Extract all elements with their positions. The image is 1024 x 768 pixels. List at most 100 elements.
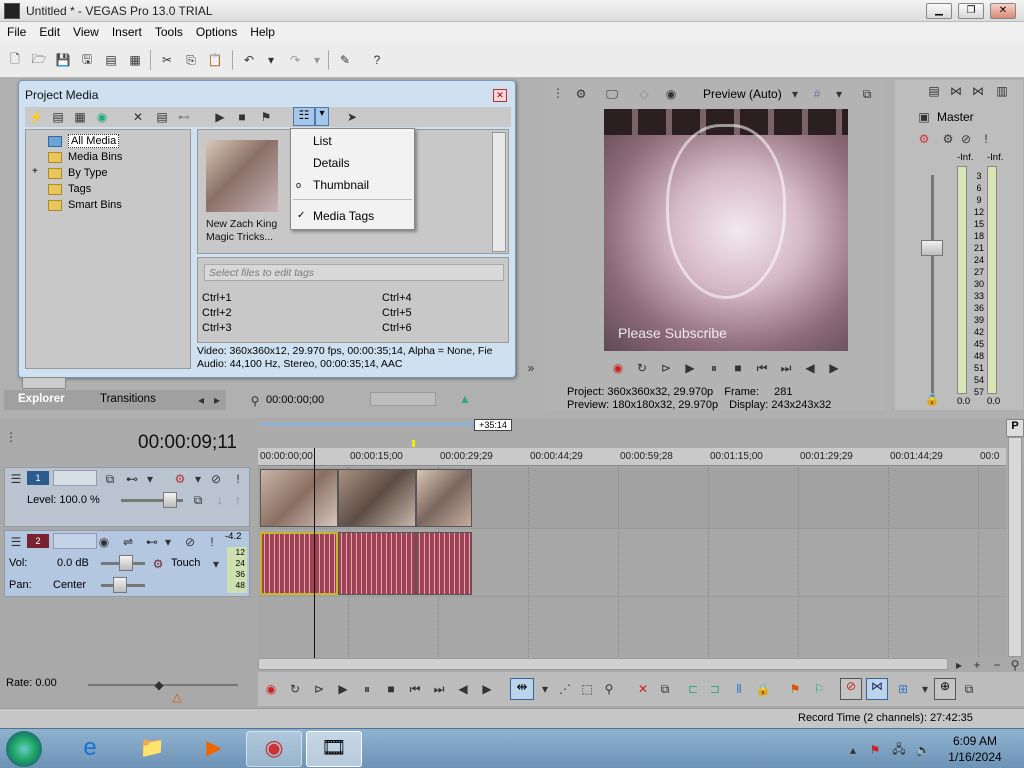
get-media-web-icon[interactable]: ◉ (93, 108, 111, 126)
master-fader-handle[interactable] (921, 240, 943, 256)
tree-item-media-bins[interactable]: Media Bins (48, 150, 122, 164)
level-slider-handle[interactable] (163, 492, 177, 508)
mute-icon[interactable]: ⊘ (207, 470, 225, 488)
trimmer-forward-icon[interactable]: » (522, 359, 540, 377)
track-name-field[interactable] (53, 533, 97, 549)
trimmer-marker-icon[interactable]: ▲ (456, 390, 474, 408)
go-to-start-icon[interactable]: ⏮ (753, 359, 771, 377)
video-clip[interactable] (416, 469, 472, 527)
preview-quality-dropdown[interactable]: Preview (Auto) (703, 87, 782, 101)
menu-options[interactable]: Options (189, 22, 243, 39)
delete-icon[interactable]: ✕ (634, 680, 652, 698)
volume-slider-handle[interactable] (119, 555, 133, 571)
render-icon[interactable]: ▤ (102, 51, 120, 69)
tree-item-smart-bins[interactable]: Smart Bins (48, 198, 122, 212)
rate-slider-handle[interactable]: ◆ (150, 676, 168, 694)
menu-insert[interactable]: Insert (105, 22, 148, 39)
audio-clip[interactable] (416, 532, 472, 595)
time-ruler[interactable]: 00:00:00;00 00:00:15;00 00:00:29;29 00:0… (258, 448, 1006, 466)
play-icon[interactable]: ▶ (334, 680, 352, 698)
master-downmix-icon[interactable]: ⋈ (947, 82, 965, 100)
track-collapse-icon[interactable]: ☰ (7, 470, 25, 488)
minimize-button[interactable]: ▁ (926, 3, 952, 19)
edit-tool-dropdown-icon[interactable]: ▾ (536, 680, 554, 698)
mute-icon[interactable]: ⊘ (181, 533, 199, 551)
auto-crossfade-icon[interactable]: ⋈ (866, 678, 888, 700)
stop-icon[interactable]: ■ (729, 359, 747, 377)
tab-scroll-right-icon[interactable]: ▸ (208, 391, 226, 409)
pan-slider-handle[interactable] (113, 577, 127, 593)
menu-item-list[interactable]: List (313, 134, 332, 148)
timeline-marker-button[interactable]: P (1006, 419, 1024, 437)
solo-icon[interactable]: ! (229, 470, 247, 488)
external-monitor-icon[interactable]: 🖵 (603, 85, 621, 103)
file-explorer-icon[interactable]: 📁 (122, 731, 182, 767)
tab-explorer[interactable]: Explorer (18, 393, 65, 405)
media-fx-icon[interactable]: ⊷ (175, 108, 193, 126)
get-media-icon[interactable]: ▦ (71, 108, 89, 126)
start-button-icon[interactable] (6, 731, 42, 767)
previous-frame-icon[interactable]: ◀ (801, 359, 819, 377)
auto-preview-icon[interactable]: ⚑ (257, 108, 275, 126)
tree-item-tags[interactable]: Tags (48, 182, 91, 196)
go-to-start-icon[interactable]: ⏮ (406, 680, 424, 698)
insert-marker-icon[interactable]: ⚑ (786, 680, 804, 698)
overlays-icon[interactable]: ◉ (662, 85, 680, 103)
start-preview-icon[interactable]: ▶ (211, 108, 229, 126)
undo-dropdown-icon[interactable]: ▾ (262, 51, 280, 69)
snapping-icon[interactable]: ⊞ (894, 680, 912, 698)
chrome-icon[interactable]: ◉ (246, 731, 302, 767)
trimmer-scrub[interactable] (370, 392, 436, 406)
project-properties-icon[interactable]: ⚙ (572, 85, 590, 103)
insert-region-icon[interactable]: ⚐ (810, 680, 828, 698)
split-icon[interactable]: ⫴ (730, 680, 748, 698)
solo-icon[interactable]: ! (203, 533, 221, 551)
snapping-dropdown-icon[interactable]: ▾ (916, 680, 934, 698)
close-project-media-icon[interactable]: ✕ (493, 89, 507, 102)
trim-icon[interactable]: ⧉ (656, 680, 674, 698)
master-properties-icon[interactable]: ▤ (925, 82, 943, 100)
video-clip[interactable] (260, 469, 338, 527)
capture-video-icon[interactable]: ▤ (49, 108, 67, 126)
vegas-taskbar-icon[interactable]: 🎞 (306, 731, 362, 767)
master-fx-icon[interactable]: ⚙ (915, 130, 933, 148)
compositing-icon[interactable]: ⧉ (189, 491, 207, 509)
normal-edit-tool-icon[interactable]: ⇹ (510, 678, 534, 700)
tab-transitions[interactable]: Transitions (100, 393, 156, 405)
master-solo-icon[interactable]: ! (977, 130, 995, 148)
envelope-tool-icon[interactable]: ⋰ (556, 680, 574, 698)
tree-item-by-type[interactable]: By Type (48, 166, 108, 180)
track-name-field[interactable] (53, 470, 97, 486)
remove-media-icon[interactable]: ✕ (129, 108, 147, 126)
timeline-horizontal-scrollbar[interactable] (258, 658, 948, 670)
tab-scroll-buttons[interactable] (22, 377, 66, 389)
show-hidden-icons-icon[interactable]: ▴ (844, 741, 862, 759)
menu-help[interactable]: Help (243, 22, 281, 39)
audio-clip[interactable] (338, 532, 416, 595)
play-from-start-icon[interactable]: ⊳ (310, 680, 328, 698)
play-from-start-icon[interactable]: ⊳ (657, 359, 675, 377)
next-frame-icon[interactable]: ▶ (825, 359, 843, 377)
video-track-header[interactable]: ☰ 1 ⧉ ⊷ ▾ ⚙ ▾ ⊘ ! Level: 100.0 % ⧉ ↓ ↑ (4, 467, 250, 527)
volume-icon[interactable]: 🔈 (914, 741, 932, 759)
preview-quality-arrow-icon[interactable]: ▾ (786, 85, 804, 103)
trim-start-icon[interactable]: ⊏ (684, 680, 702, 698)
save-as-icon[interactable]: 🖫 (78, 51, 96, 69)
pause-icon[interactable]: ⏸ (358, 680, 376, 698)
master-fx-icon[interactable]: ⚙ (939, 130, 957, 148)
redo-icon[interactable]: ↷ (286, 51, 304, 69)
trim-end-icon[interactable]: ⊐ (706, 680, 724, 698)
expand-icon[interactable]: + (32, 166, 38, 177)
media-scrollbar[interactable] (492, 132, 506, 252)
track-fx-dropdown-icon[interactable]: ▾ (159, 533, 177, 551)
track-fx-icon[interactable]: ⊷ (123, 470, 141, 488)
split-screen-icon[interactable]: ◇ (635, 85, 653, 103)
track-collapse-icon[interactable]: ☰ (7, 533, 25, 551)
timeline-lanes[interactable] (258, 467, 1006, 657)
record-icon[interactable]: ◉ (609, 359, 627, 377)
undo-icon[interactable]: ↶ (240, 51, 258, 69)
menu-item-thumbnail[interactable]: Thumbnail (313, 178, 369, 192)
play-icon[interactable]: ▶ (681, 359, 699, 377)
trimmer-pin-icon[interactable]: ⚲ (246, 392, 264, 410)
track-dropdown-icon[interactable]: ▾ (141, 470, 159, 488)
